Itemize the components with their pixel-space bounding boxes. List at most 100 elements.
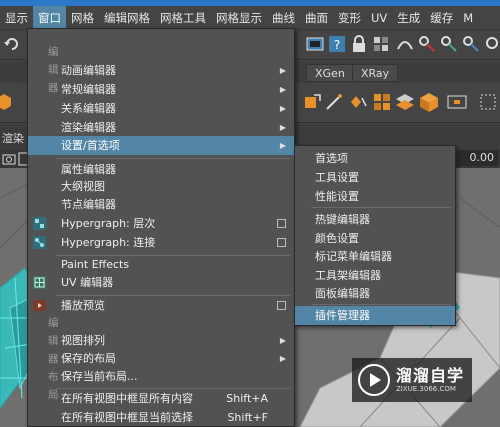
submenu-item-panel-editor[interactable]: 面板编辑器 (295, 284, 455, 303)
menu-item-label: 动画编辑器 (61, 64, 116, 77)
submenu-item-hotkey-editor[interactable]: 热键编辑器 (295, 210, 455, 229)
watermark: 溜溜自学 ZIXUE.3066.COM (352, 358, 472, 402)
menu-item-label: 播放预览 (61, 299, 105, 312)
panel-render-label[interactable]: 渲染 (2, 130, 24, 146)
submenu-arrow-icon: ▶ (279, 85, 286, 94)
camera-icon[interactable] (2, 152, 16, 166)
submenu-item-marking-menu-editor[interactable]: 标记菜单编辑器 (295, 247, 455, 266)
menu-item-view-arrangement[interactable]: 视图排列 ▶ (28, 331, 294, 350)
lock-icon[interactable] (350, 35, 368, 53)
menu-uv[interactable]: UV (366, 6, 392, 30)
submenu-item-tool-settings[interactable]: 工具设置 (295, 168, 455, 187)
menu-item-general-editors[interactable]: 常规编辑器 ▶ (28, 80, 294, 99)
menu-item-frame-all-in-all-views[interactable]: 在所有视图中框显所有内容 Shift+A (28, 389, 294, 408)
menu-item-node-editor[interactable]: 节点编辑器 (28, 195, 294, 214)
menu-item-hypergraph-connections[interactable]: Hypergraph: 连接 (28, 233, 294, 252)
menu-item-uv-editor[interactable]: UV 编辑器 (28, 273, 294, 292)
menu-item-animation-editors[interactable]: 动画编辑器 ▶ (28, 61, 294, 80)
submenu-item-label: 性能设置 (315, 190, 359, 203)
menu-item-hypergraph-hierarchy[interactable]: Hypergraph: 层次 (28, 214, 294, 233)
value-field[interactable]: 0.00 (458, 150, 498, 166)
submenu-arrow-icon: ▶ (279, 354, 286, 363)
main-menubar: 显示 窗口 网格 编辑网格 网格工具 网格显示 曲线 曲面 变形 UV 生成 缓… (0, 5, 500, 30)
snap-curve-icon[interactable] (396, 35, 414, 53)
menu-curves[interactable]: 曲线 (267, 6, 300, 30)
menu-mesh-tools[interactable]: 网格工具 (155, 6, 211, 30)
playblast-icon (33, 300, 46, 311)
menu-item-paint-effects[interactable]: Paint Effects (28, 255, 294, 274)
snap-point-icon[interactable] (418, 35, 436, 53)
option-box-icon[interactable] (277, 238, 286, 247)
shelf-pen-tool-icon[interactable] (324, 92, 344, 112)
menu-cache[interactable]: 缓存 (425, 6, 458, 30)
snap-view-icon[interactable] (440, 35, 458, 53)
menu-item-label: 保存当前布局... (61, 370, 138, 383)
hypergraph-connections-icon (33, 236, 46, 249)
submenu-arrow-icon: ▶ (279, 66, 286, 75)
menu-item-label: Hypergraph: 层次 (61, 217, 156, 230)
shelf-multi-cut-icon[interactable] (348, 92, 368, 112)
hypergraph-icon (33, 217, 46, 230)
value-text: 0.00 (469, 151, 495, 164)
menu-item-label: UV 编辑器 (61, 276, 114, 289)
menu-mesh[interactable]: 网格 (66, 6, 99, 30)
watermark-title: 溜溜自学 (396, 366, 465, 385)
render-settings-icon[interactable] (306, 35, 324, 53)
menu-item-label: Hypergraph: 连接 (61, 236, 156, 249)
menu-item-settings-preferences[interactable]: 设置/首选项 ▶ (28, 136, 294, 155)
snap-surface-icon[interactable] (462, 35, 480, 53)
shelf-tab-xgen[interactable]: XGen (306, 64, 354, 82)
menu-deform[interactable]: 变形 (333, 6, 366, 30)
menu-item-relationship-editors[interactable]: 关系编辑器 ▶ (28, 99, 294, 118)
submenu-item-plugin-manager[interactable]: 插件管理器 (295, 306, 455, 325)
menu-item-rendering-editors[interactable]: 渲染编辑器 ▶ (28, 118, 294, 137)
shelf-bevel-icon[interactable] (478, 92, 498, 112)
shelf-extrude-icon[interactable] (394, 92, 416, 112)
snap-live-icon[interactable] (484, 35, 500, 53)
menu-item-shortcut: Shift+A (226, 392, 268, 405)
menu-surfaces[interactable]: 曲面 (300, 6, 333, 30)
submenu-item-label: 颜色设置 (315, 232, 359, 245)
help-icon[interactable]: ? (328, 35, 346, 53)
menu-item-save-current-layout[interactable]: 保存当前布局... (28, 367, 294, 386)
menu-item-outliner[interactable]: 大纲视图 (28, 177, 294, 196)
menu-item-label: 在所有视图中框显所有内容 (61, 392, 193, 405)
shelf-cube-icon[interactable] (418, 91, 440, 113)
menu-item-label: 节点编辑器 (61, 198, 116, 211)
submenu-item-label: 标记菜单编辑器 (315, 250, 392, 263)
undo-icon[interactable] (3, 35, 21, 53)
menu-item-saved-layouts[interactable]: 保存的布局 ▶ (28, 349, 294, 368)
watermark-logo-icon (358, 364, 390, 396)
submenu-separator (311, 304, 451, 305)
submenu-item-preferences[interactable]: 首选项 (295, 149, 455, 168)
window-menu-dropdown: 编辑器 动画编辑器 ▶ 常规编辑器 ▶ 关系编辑器 ▶ 渲染编辑器 ▶ 设置/首… (27, 28, 295, 427)
menu-window[interactable]: 窗口 (33, 5, 66, 30)
submenu-item-label: 热键编辑器 (315, 213, 370, 226)
menu-item-playblast[interactable]: 播放预览 (28, 296, 294, 315)
menu-edit-mesh[interactable]: 编辑网格 (99, 6, 155, 30)
shelf-hex-icon[interactable] (0, 93, 12, 111)
shelf-tab-xray[interactable]: XRay (352, 64, 399, 82)
menu-more[interactable]: M (458, 6, 478, 30)
menu-separator (56, 158, 290, 159)
submenu-arrow-icon: ▶ (279, 104, 286, 113)
menu-item-shortcut: Shift+F (227, 411, 268, 424)
submenu-item-label: 面板编辑器 (315, 287, 370, 300)
submenu-arrow-icon: ▶ (279, 123, 286, 132)
menu-generate[interactable]: 生成 (392, 6, 425, 30)
uv-editor-icon (33, 276, 46, 289)
option-box-icon[interactable] (277, 301, 286, 310)
submenu-item-performance-settings[interactable]: 性能设置 (295, 187, 455, 206)
submenu-item-shelf-editor[interactable]: 工具架编辑器 (295, 266, 455, 285)
menu-mesh-display[interactable]: 网格显示 (211, 6, 267, 30)
shelf-grid-plane-icon[interactable] (372, 92, 392, 112)
menu-display[interactable]: 显示 (0, 6, 33, 30)
shelf-bridge-icon[interactable] (446, 92, 468, 112)
submenu-item-color-settings[interactable]: 颜色设置 (295, 229, 455, 248)
shelf-cube-arrow-icon[interactable] (302, 92, 322, 112)
menu-item-frame-selection-in-all-views[interactable]: 在所有视图中框显当前选择 Shift+F (28, 408, 294, 427)
menu-item-label: 大纲视图 (61, 180, 105, 193)
option-box-icon[interactable] (277, 219, 286, 228)
snap-grid-icon[interactable] (372, 35, 390, 53)
submenu-item-label: 首选项 (315, 152, 348, 165)
